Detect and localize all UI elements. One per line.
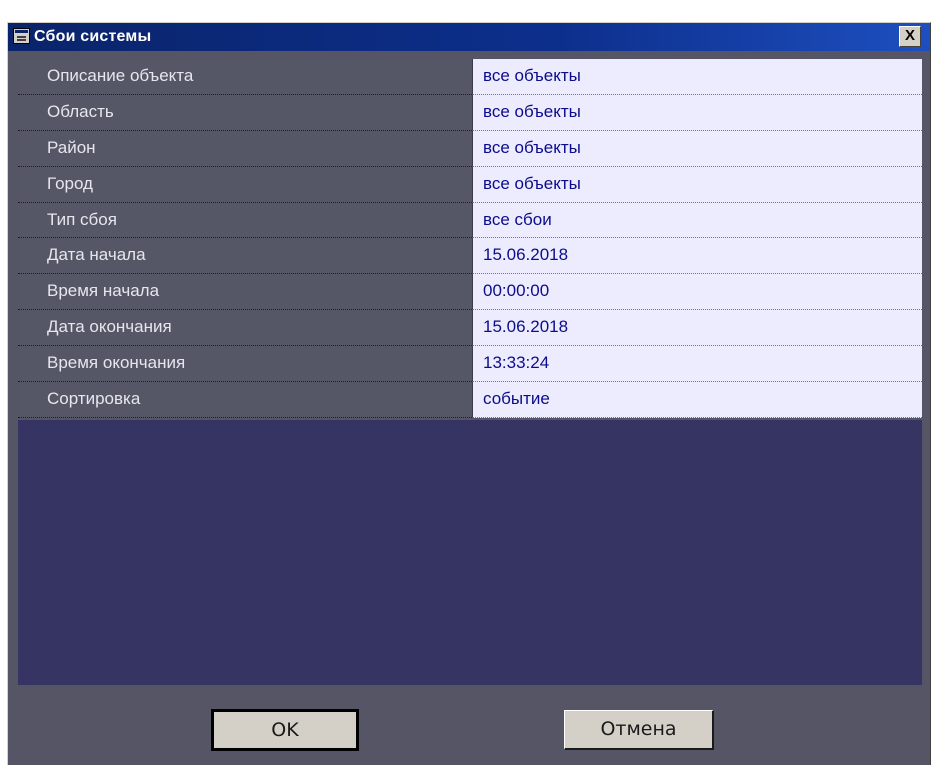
property-value-city[interactable]: все объекты <box>472 166 922 203</box>
property-label-start-time: Время начала <box>18 274 472 311</box>
property-value-end-date[interactable]: 15.06.2018 <box>472 310 922 347</box>
property-row: Дата окончания 15.06.2018 <box>18 310 922 347</box>
property-label-city: Город <box>18 167 472 203</box>
property-label-failure-type: Тип сбоя <box>18 203 472 239</box>
close-button[interactable]: X <box>899 26 921 47</box>
property-value-district[interactable]: все объекты <box>472 130 922 167</box>
property-label-end-date: Дата окончания <box>18 310 472 347</box>
window-icon <box>13 28 30 44</box>
property-value-object-description[interactable]: все объекты <box>472 59 922 95</box>
ok-button[interactable]: OK <box>211 709 359 751</box>
cancel-button[interactable]: Отмена <box>564 710 714 750</box>
property-label-district: Район <box>18 131 472 167</box>
title-bar[interactable]: Сбои системы X <box>8 23 930 51</box>
property-label-start-date: Дата начала <box>18 238 472 275</box>
property-row: Область все объекты <box>18 94 922 131</box>
property-grid: Описание объекта все объекты Область все… <box>18 59 922 418</box>
property-value-failure-type[interactable]: все сбои <box>472 202 922 239</box>
window-title: Сбои системы <box>34 28 152 45</box>
property-row: Время окончания 13:33:24 <box>18 346 922 383</box>
property-value-region[interactable]: все объекты <box>472 94 922 131</box>
property-value-start-time[interactable]: 00:00:00 <box>472 274 922 311</box>
property-value-start-date[interactable]: 15.06.2018 <box>472 238 922 275</box>
failures-dialog: Сбои системы X Описание объекта все объе… <box>7 22 931 765</box>
property-row: Район все объекты <box>18 130 922 167</box>
property-value-end-time[interactable]: 13:33:24 <box>472 346 922 383</box>
property-value-sorting[interactable]: событие <box>472 382 922 418</box>
property-label-object-description: Описание объекта <box>18 59 472 95</box>
property-row: Время начала 00:00:00 <box>18 274 922 311</box>
property-row: Сортировка событие <box>18 382 922 418</box>
property-row: Описание объекта все объекты <box>18 59 922 95</box>
property-row: Тип сбоя все сбои <box>18 202 922 239</box>
property-label-sorting: Сортировка <box>18 382 472 418</box>
property-row: Город все объекты <box>18 166 922 203</box>
property-label-end-time: Время окончания <box>18 346 472 383</box>
property-label-region: Область <box>18 95 472 131</box>
empty-content-panel <box>18 420 922 685</box>
property-row: Дата начала 15.06.2018 <box>18 238 922 275</box>
